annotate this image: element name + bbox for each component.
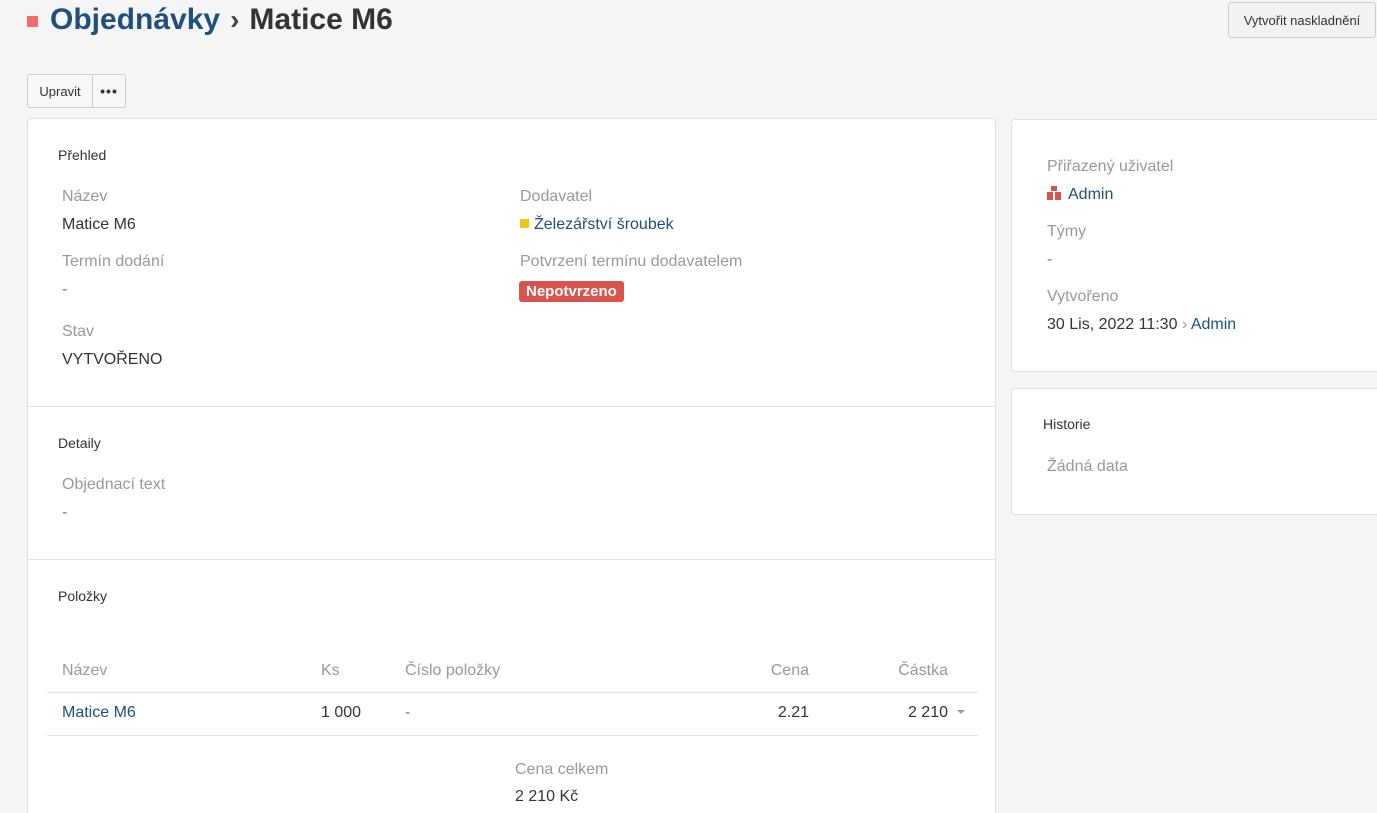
breadcrumb-orders-link[interactable]: Objednávky — [50, 3, 220, 37]
assigned-user-value: Admin — [1047, 186, 1113, 204]
supplier-link[interactable]: Železářství šroubek — [534, 216, 674, 233]
name-value: Matice M6 — [62, 216, 136, 233]
section-divider — [28, 406, 995, 407]
assigned-user-label: Přiřazený uživatel — [1047, 158, 1174, 175]
col-header-item-no: Číslo položky — [405, 662, 501, 679]
order-text-value: - — [62, 504, 68, 521]
created-label: Vytvořeno — [1047, 288, 1119, 305]
col-header-amount: Částka — [898, 662, 948, 679]
confirm-label: Potvrzení termínu dodavatelem — [520, 253, 743, 270]
confirm-status-badge: Nepotvrzeno — [519, 281, 624, 302]
table-row-line — [47, 735, 978, 736]
create-stock-in-button[interactable]: Vytvořit naskladnění — [1228, 2, 1376, 38]
item-amount: 2 210 — [907, 704, 948, 721]
user-icon — [1047, 186, 1061, 200]
col-header-price: Cena — [770, 662, 809, 679]
teams-value: - — [1047, 251, 1053, 268]
breadcrumb-separator: › — [230, 4, 240, 35]
order-text-label: Objednací text — [62, 476, 166, 493]
teams-label: Týmy — [1047, 223, 1087, 240]
edit-button[interactable]: Upravit — [27, 74, 93, 108]
delivery-label: Termín dodání — [62, 253, 165, 270]
history-title: Historie — [1043, 416, 1091, 432]
item-number: - — [405, 704, 411, 721]
more-actions-button[interactable]: ••• — [93, 74, 126, 108]
assigned-user-link[interactable]: Admin — [1068, 186, 1113, 203]
supplier-value: Železářství šroubek — [520, 216, 674, 234]
overview-title: Přehled — [58, 147, 107, 163]
created-value: 30 Lis, 2022 11:30 › Admin — [1047, 316, 1236, 334]
page-title: Matice M6 — [249, 3, 393, 36]
row-dropdown-caret-icon[interactable] — [957, 710, 965, 714]
item-qty: 1 000 — [321, 704, 362, 721]
supplier-label: Dodavatel — [520, 188, 593, 205]
total-label: Cena celkem — [515, 761, 609, 778]
name-label: Název — [62, 188, 108, 205]
created-by-link[interactable]: Admin — [1191, 316, 1236, 333]
items-title: Položky — [58, 588, 108, 604]
details-title: Detaily — [58, 435, 101, 451]
state-value: VYTVOŘENO — [62, 351, 163, 368]
table-header-line — [47, 692, 978, 693]
item-name-link[interactable]: Matice M6 — [62, 704, 136, 722]
side-info-panel: Přiřazený uživatel Admin Týmy - Vytvořen… — [1011, 119, 1377, 372]
page-header: Objednávky › Matice M6 — [27, 0, 393, 40]
state-label: Stav — [62, 323, 95, 340]
created-datetime: 30 Lis, 2022 11:30 — [1047, 316, 1178, 333]
section-divider — [28, 559, 995, 560]
col-header-qty: Ks — [321, 662, 340, 679]
record-actions: Upravit ••• — [27, 74, 126, 108]
record-square-icon — [27, 15, 38, 27]
supplier-square-icon — [520, 219, 529, 228]
history-panel: Historie Žádná data — [1011, 388, 1377, 515]
created-separator: › — [1181, 316, 1188, 333]
history-empty-text: Žádná data — [1047, 458, 1128, 475]
main-panel: Přehled Název Matice M6 Dodavatel Železá… — [27, 118, 996, 813]
item-price: 2.21 — [777, 704, 809, 721]
col-header-name: Název — [62, 662, 108, 679]
delivery-value: - — [62, 281, 68, 298]
total-value: 2 210 Kč — [515, 788, 579, 805]
